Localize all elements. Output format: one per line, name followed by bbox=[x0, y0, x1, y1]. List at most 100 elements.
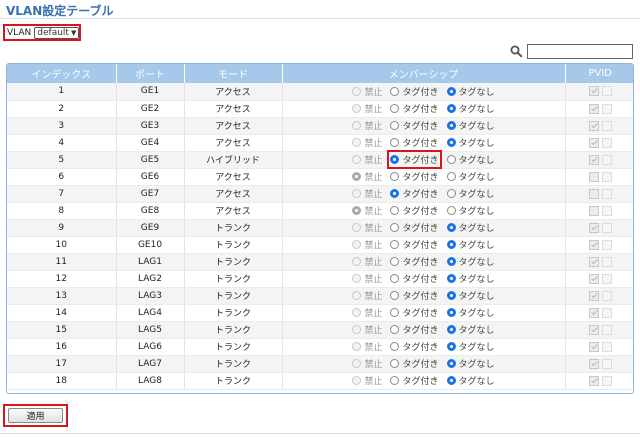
radio-option-untagged[interactable]: タグなし bbox=[446, 119, 495, 132]
radio-option-forbidden[interactable]: 禁止 bbox=[352, 221, 382, 234]
radio-untagged-icon[interactable] bbox=[446, 325, 456, 334]
radio-forbidden-icon[interactable] bbox=[352, 376, 362, 385]
radio-tagged-icon[interactable] bbox=[390, 189, 400, 198]
radio-option-tagged[interactable]: タグ付き bbox=[390, 255, 439, 268]
radio-forbidden-icon[interactable] bbox=[352, 308, 362, 317]
radio-untagged-icon[interactable] bbox=[446, 291, 456, 300]
radio-untagged-icon[interactable] bbox=[446, 138, 456, 147]
pvid-checkbox[interactable] bbox=[588, 290, 599, 301]
radio-tagged-icon[interactable] bbox=[390, 206, 400, 215]
radio-forbidden-icon[interactable] bbox=[352, 223, 362, 232]
radio-forbidden-icon[interactable] bbox=[352, 274, 362, 283]
radio-forbidden-icon[interactable] bbox=[352, 138, 362, 147]
radio-untagged-icon[interactable] bbox=[446, 308, 456, 317]
pvid-checkbox[interactable] bbox=[588, 341, 599, 352]
radio-option-untagged[interactable]: タグなし bbox=[446, 85, 495, 98]
radio-option-untagged[interactable]: タグなし bbox=[446, 289, 495, 302]
radio-forbidden-icon[interactable] bbox=[352, 291, 362, 300]
radio-option-tagged[interactable]: タグ付き bbox=[390, 170, 439, 183]
radio-option-tagged[interactable]: タグ付き bbox=[390, 187, 439, 200]
radio-option-forbidden[interactable]: 禁止 bbox=[352, 136, 382, 149]
radio-option-untagged[interactable]: タグなし bbox=[446, 136, 495, 149]
radio-tagged-icon[interactable] bbox=[390, 308, 400, 317]
pvid-checkbox[interactable] bbox=[588, 137, 599, 148]
radio-option-tagged[interactable]: タグ付き bbox=[387, 150, 442, 169]
radio-option-untagged[interactable]: タグなし bbox=[446, 272, 495, 285]
radio-forbidden-icon[interactable] bbox=[352, 240, 362, 249]
radio-untagged-icon[interactable] bbox=[446, 172, 456, 181]
apply-button[interactable]: 適用 bbox=[8, 408, 63, 423]
radio-tagged-icon[interactable] bbox=[390, 325, 400, 334]
radio-option-untagged[interactable]: タグなし bbox=[446, 221, 495, 234]
radio-forbidden-icon[interactable] bbox=[352, 325, 362, 334]
pvid-checkbox[interactable] bbox=[588, 358, 599, 369]
pvid-checkbox[interactable] bbox=[588, 103, 599, 114]
radio-option-untagged[interactable]: タグなし bbox=[446, 357, 495, 370]
radio-option-untagged[interactable]: タグなし bbox=[446, 170, 495, 183]
radio-untagged-icon[interactable] bbox=[446, 376, 456, 385]
radio-tagged-icon[interactable] bbox=[390, 291, 400, 300]
radio-option-untagged[interactable]: タグなし bbox=[446, 374, 495, 387]
radio-untagged-icon[interactable] bbox=[446, 257, 456, 266]
radio-option-untagged[interactable]: タグなし bbox=[446, 340, 495, 353]
radio-option-forbidden[interactable]: 禁止 bbox=[352, 306, 382, 319]
radio-forbidden-icon[interactable] bbox=[352, 257, 362, 266]
radio-option-tagged[interactable]: タグ付き bbox=[390, 374, 439, 387]
radio-option-forbidden[interactable]: 禁止 bbox=[352, 255, 382, 268]
radio-option-tagged[interactable]: タグ付き bbox=[390, 119, 439, 132]
radio-option-tagged[interactable]: タグ付き bbox=[390, 204, 439, 217]
radio-tagged-icon[interactable] bbox=[390, 274, 400, 283]
pvid-checkbox[interactable] bbox=[588, 239, 599, 250]
pvid-checkbox[interactable] bbox=[588, 171, 599, 182]
radio-untagged-icon[interactable] bbox=[446, 206, 456, 215]
radio-option-tagged[interactable]: タグ付き bbox=[390, 306, 439, 319]
radio-forbidden-icon[interactable] bbox=[352, 155, 362, 164]
radio-tagged-icon[interactable] bbox=[390, 138, 400, 147]
radio-option-untagged[interactable]: タグなし bbox=[446, 153, 495, 166]
radio-option-tagged[interactable]: タグ付き bbox=[390, 136, 439, 149]
radio-option-forbidden[interactable]: 禁止 bbox=[352, 204, 382, 217]
radio-option-tagged[interactable]: タグ付き bbox=[390, 238, 439, 251]
radio-untagged-icon[interactable] bbox=[446, 121, 456, 130]
radio-option-untagged[interactable]: タグなし bbox=[446, 204, 495, 217]
search-input[interactable] bbox=[527, 44, 633, 59]
pvid-checkbox[interactable] bbox=[588, 154, 599, 165]
radio-option-tagged[interactable]: タグ付き bbox=[390, 102, 439, 115]
radio-option-forbidden[interactable]: 禁止 bbox=[352, 119, 382, 132]
radio-option-forbidden[interactable]: 禁止 bbox=[352, 238, 382, 251]
radio-option-forbidden[interactable]: 禁止 bbox=[352, 374, 382, 387]
radio-tagged-icon[interactable] bbox=[390, 104, 400, 113]
radio-option-forbidden[interactable]: 禁止 bbox=[352, 102, 382, 115]
vlan-dropdown[interactable]: default ▼ bbox=[34, 26, 80, 39]
radio-untagged-icon[interactable] bbox=[446, 223, 456, 232]
radio-option-forbidden[interactable]: 禁止 bbox=[352, 187, 382, 200]
pvid-checkbox[interactable] bbox=[588, 273, 599, 284]
radio-forbidden-icon[interactable] bbox=[352, 189, 362, 198]
radio-option-forbidden[interactable]: 禁止 bbox=[352, 272, 382, 285]
radio-tagged-icon[interactable] bbox=[390, 240, 400, 249]
radio-forbidden-icon[interactable] bbox=[352, 206, 362, 215]
radio-tagged-icon[interactable] bbox=[390, 223, 400, 232]
radio-option-tagged[interactable]: タグ付き bbox=[390, 357, 439, 370]
radio-tagged-icon[interactable] bbox=[390, 86, 400, 96]
radio-untagged-icon[interactable] bbox=[446, 86, 456, 96]
radio-option-tagged[interactable]: タグ付き bbox=[390, 289, 439, 302]
radio-option-tagged[interactable]: タグ付き bbox=[390, 340, 439, 353]
radio-untagged-icon[interactable] bbox=[446, 155, 456, 164]
pvid-checkbox[interactable] bbox=[588, 375, 599, 386]
radio-option-tagged[interactable]: タグ付き bbox=[390, 323, 439, 336]
radio-forbidden-icon[interactable] bbox=[352, 172, 362, 181]
pvid-checkbox[interactable] bbox=[588, 222, 599, 233]
radio-option-untagged[interactable]: タグなし bbox=[446, 102, 495, 115]
radio-option-untagged[interactable]: タグなし bbox=[446, 323, 495, 336]
radio-option-forbidden[interactable]: 禁止 bbox=[352, 340, 382, 353]
radio-option-untagged[interactable]: タグなし bbox=[446, 306, 495, 319]
radio-untagged-icon[interactable] bbox=[446, 342, 456, 351]
radio-forbidden-icon[interactable] bbox=[352, 104, 362, 113]
radio-forbidden-icon[interactable] bbox=[352, 121, 362, 130]
radio-forbidden-icon[interactable] bbox=[352, 342, 362, 351]
radio-untagged-icon[interactable] bbox=[446, 274, 456, 283]
pvid-checkbox[interactable] bbox=[588, 307, 599, 318]
pvid-checkbox[interactable] bbox=[588, 324, 599, 335]
pvid-checkbox[interactable] bbox=[588, 256, 599, 267]
